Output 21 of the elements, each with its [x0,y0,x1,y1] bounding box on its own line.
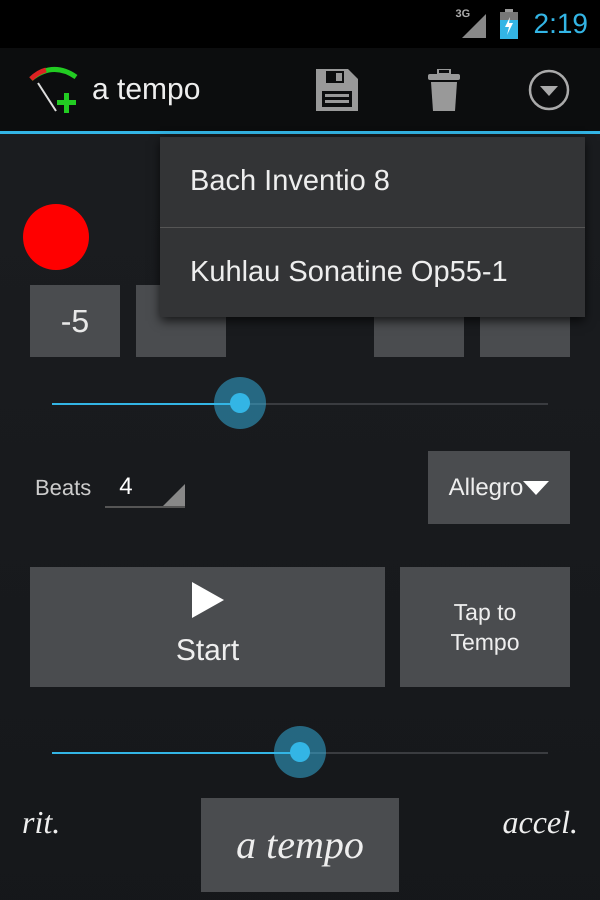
slider-thumb[interactable] [274,726,326,778]
beats-label: Beats [35,474,92,502]
app-title: a tempo [92,72,200,108]
tap-tempo-button[interactable]: Tap to Tempo [400,567,570,687]
caret-icon [523,480,550,494]
step-button[interactable]: -5 [30,285,120,357]
menu-item[interactable]: Kuhlau Sonatine Op55-1 [160,227,585,317]
overflow-menu-icon[interactable] [528,68,570,110]
rit-label: rit. [22,803,62,842]
battery-icon [500,9,518,39]
trash-icon[interactable] [428,68,460,110]
accel-label: accel. [502,803,578,842]
beats-spinner[interactable]: 4 [105,468,186,508]
network-label: 3G [456,7,470,22]
clock: 2:19 [534,7,588,41]
a-tempo-button[interactable]: a tempo [201,798,399,892]
save-icon[interactable] [316,68,358,110]
menu-item[interactable]: Bach Inventio 8 [160,137,585,227]
start-button[interactable]: Start [30,567,385,687]
play-icon [192,582,224,618]
tempo-name-dropdown[interactable]: Allegro [428,451,570,524]
